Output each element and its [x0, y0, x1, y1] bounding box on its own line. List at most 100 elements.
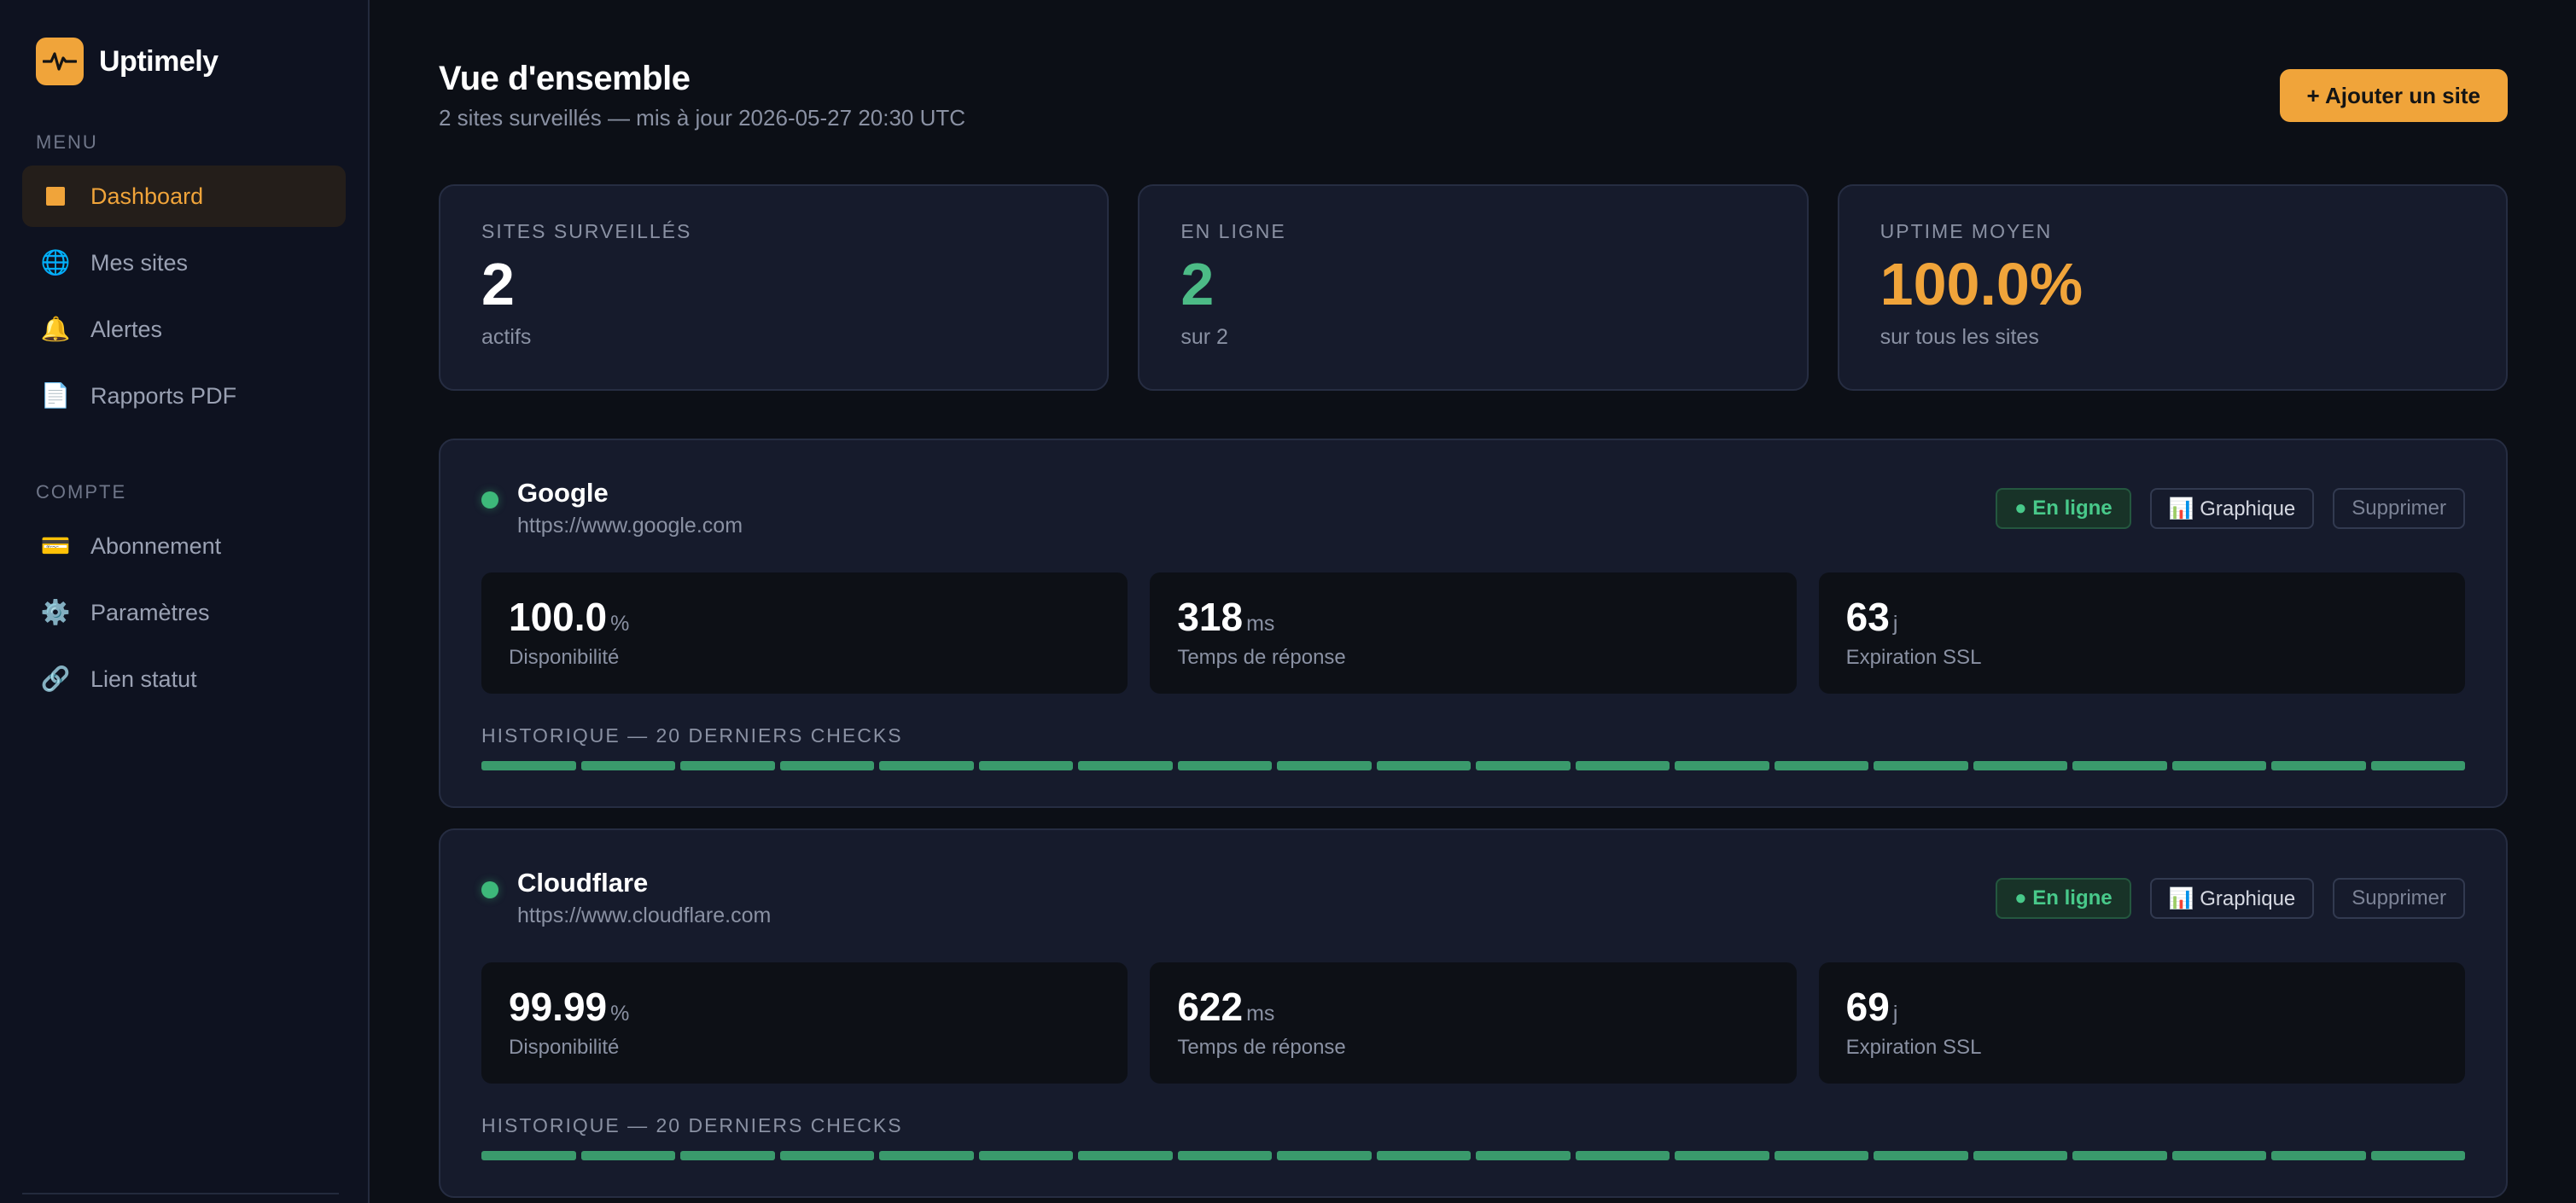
metric-unit: j — [1892, 1002, 1898, 1026]
stat-card: SITES SURVEILLÉS 2 actifs — [439, 184, 1110, 391]
history-check-bar — [1078, 761, 1173, 770]
history-check-bar — [1774, 761, 1868, 770]
metric-value-line: 100.0% — [509, 596, 1100, 637]
history-check-bar — [1675, 1151, 1769, 1160]
history-check-bar — [1177, 761, 1272, 770]
add-site-button[interactable]: + Ajouter un site — [2279, 69, 2508, 122]
site-url[interactable]: https://www.cloudflare.com — [517, 904, 771, 928]
status-badge: ● En ligne — [1996, 488, 2131, 529]
site-actions: ● En ligne 📊 Graphique Supprimer — [1996, 488, 2465, 529]
history-check-bar — [1874, 761, 1968, 770]
chart-button[interactable]: 📊 Graphique — [2149, 488, 2315, 529]
sidebar-item-label: Lien statut — [90, 665, 197, 692]
site-identity: Cloudflare https://www.cloudflare.com — [481, 868, 771, 928]
sidebar-item-alertes[interactable]: 🔔 Alertes — [22, 299, 346, 360]
history-check-bar — [2271, 761, 2366, 770]
metric-unit: j — [1892, 612, 1898, 636]
sidebar-divider — [22, 1193, 339, 1194]
history-check-bar — [481, 761, 576, 770]
history-check-bar — [978, 1151, 1073, 1160]
metric-value: 69 — [1845, 985, 1890, 1029]
history-check-bar — [2370, 761, 2465, 770]
stat-sub: sur tous les sites — [1880, 324, 2039, 349]
history-check-bar — [1376, 761, 1471, 770]
sidebar-item-label: Rapports PDF — [90, 382, 237, 409]
metric-unit: % — [610, 1002, 630, 1026]
stat-sub: sur 2 — [1180, 324, 1228, 349]
sidebar-item-lien-statut[interactable]: 🔗 Lien statut — [22, 648, 346, 710]
document-icon: 📄 — [40, 382, 71, 409]
metric-unit: % — [610, 612, 630, 636]
chart-button[interactable]: 📊 Graphique — [2149, 878, 2315, 919]
history-check-bar — [1277, 1151, 1372, 1160]
site-card: Google https://www.google.com ● En ligne 📊 … — [439, 439, 2508, 808]
history-check-bar — [1078, 1151, 1173, 1160]
history-check-bar — [680, 1151, 775, 1160]
stats-row: SITES SURVEILLÉS 2 actifs EN LIGNE 2 sur 2 UPT… — [439, 184, 2508, 391]
brand-name: Uptimely — [99, 44, 219, 78]
metric-box: 100.0% Disponibilité — [481, 572, 1128, 694]
site-text: Google https://www.google.com — [517, 478, 743, 538]
sidebar-item-dashboard[interactable]: Dashboard — [22, 166, 346, 227]
history-check-bar — [580, 1151, 675, 1160]
stat-value: 2 — [1180, 251, 1215, 317]
metric-unit: ms — [1246, 1002, 1275, 1026]
site-name[interactable]: Cloudflare — [517, 868, 771, 898]
history-check-bar — [779, 1151, 874, 1160]
globe-icon: 🌐 — [40, 249, 71, 276]
account-section-title: COMPTE — [36, 481, 127, 503]
stat-label: UPTIME MOYEN — [1880, 220, 2053, 242]
history-bars — [481, 761, 2465, 770]
history-check-bar — [1376, 1151, 1471, 1160]
sidebar-item-label: Mes sites — [90, 249, 189, 276]
history-check-bar — [1874, 1151, 1968, 1160]
history-check-bar — [978, 761, 1073, 770]
metric-value-line: 69 j — [1846, 986, 2438, 1027]
sidebar-item-abonnement[interactable]: 💳 Abonnement — [22, 515, 346, 577]
page-title: Vue d'ensemble — [439, 60, 691, 97]
main-content: Vue d'ensemble 2 sites surveillés — mis … — [370, 0, 2576, 1203]
sidebar-item-mes-sites[interactable]: 🌐 Mes sites — [22, 232, 346, 293]
brand[interactable]: Uptimely — [36, 38, 346, 85]
history-label: HISTORIQUE — 20 DERNIERS CHECKS — [481, 724, 903, 747]
metric-value: 318 — [1177, 595, 1244, 639]
site-card: Cloudflare https://www.cloudflare.com ● En… — [439, 828, 2508, 1198]
stat-sub: actifs — [481, 324, 532, 349]
account-nav: 💳 Abonnement ⚙️ Paramètres 🔗 Lien statut — [22, 515, 346, 710]
sidebar-item-param-tres[interactable]: ⚙️ Paramètres — [22, 582, 346, 643]
stat-value: 100.0% — [1880, 251, 2084, 317]
metric-value-line: 622 ms — [1177, 986, 1769, 1027]
site-header: Google https://www.google.com ● En ligne 📊 … — [481, 478, 2465, 538]
history-bars — [481, 1151, 2465, 1160]
dashboard-square-icon — [41, 182, 70, 211]
site-name[interactable]: Google — [517, 478, 743, 509]
history-check-bar — [580, 761, 675, 770]
app-root: Uptimely MENU Dashboard 🌐 Mes sites 🔔 Alerte… — [0, 0, 2576, 1203]
history-check-bar — [1973, 761, 2067, 770]
sidebar: Uptimely MENU Dashboard 🌐 Mes sites 🔔 Alerte… — [0, 0, 370, 1203]
stat-card: UPTIME MOYEN 100.0% sur tous les sites — [1837, 184, 2508, 391]
metric-label: Disponibilité — [509, 1036, 620, 1060]
delete-button[interactable]: Supprimer — [2333, 878, 2465, 919]
site-header: Cloudflare https://www.cloudflare.com ● En… — [481, 868, 2465, 928]
metric-label: Expiration SSL — [1845, 1036, 1982, 1060]
gear-icon: ⚙️ — [40, 599, 71, 625]
history-check-bar — [879, 761, 974, 770]
metric-label: Temps de réponse — [1177, 1036, 1346, 1060]
page-subtitle: 2 sites surveillés — mis à jour 2026-05-… — [439, 105, 966, 131]
history-check-bar — [2271, 1151, 2366, 1160]
credit-card-icon: 💳 — [40, 532, 71, 559]
site-url[interactable]: https://www.google.com — [517, 514, 743, 538]
history-check-bar — [1575, 1151, 1670, 1160]
history-check-bar — [2072, 761, 2167, 770]
history-check-bar — [2171, 761, 2266, 770]
history-check-bar — [1774, 1151, 1868, 1160]
delete-button[interactable]: Supprimer — [2333, 488, 2465, 529]
sidebar-item-rapports-pdf[interactable]: 📄 Rapports PDF — [22, 365, 346, 427]
site-actions: ● En ligne 📊 Graphique Supprimer — [1996, 878, 2465, 919]
history-check-bar — [1575, 761, 1670, 770]
metric-box: 622 ms Temps de réponse — [1150, 962, 1797, 1084]
menu-section-title: MENU — [36, 131, 98, 153]
stat-card: EN LIGNE 2 sur 2 — [1138, 184, 1809, 391]
metric-unit: ms — [1246, 612, 1275, 636]
